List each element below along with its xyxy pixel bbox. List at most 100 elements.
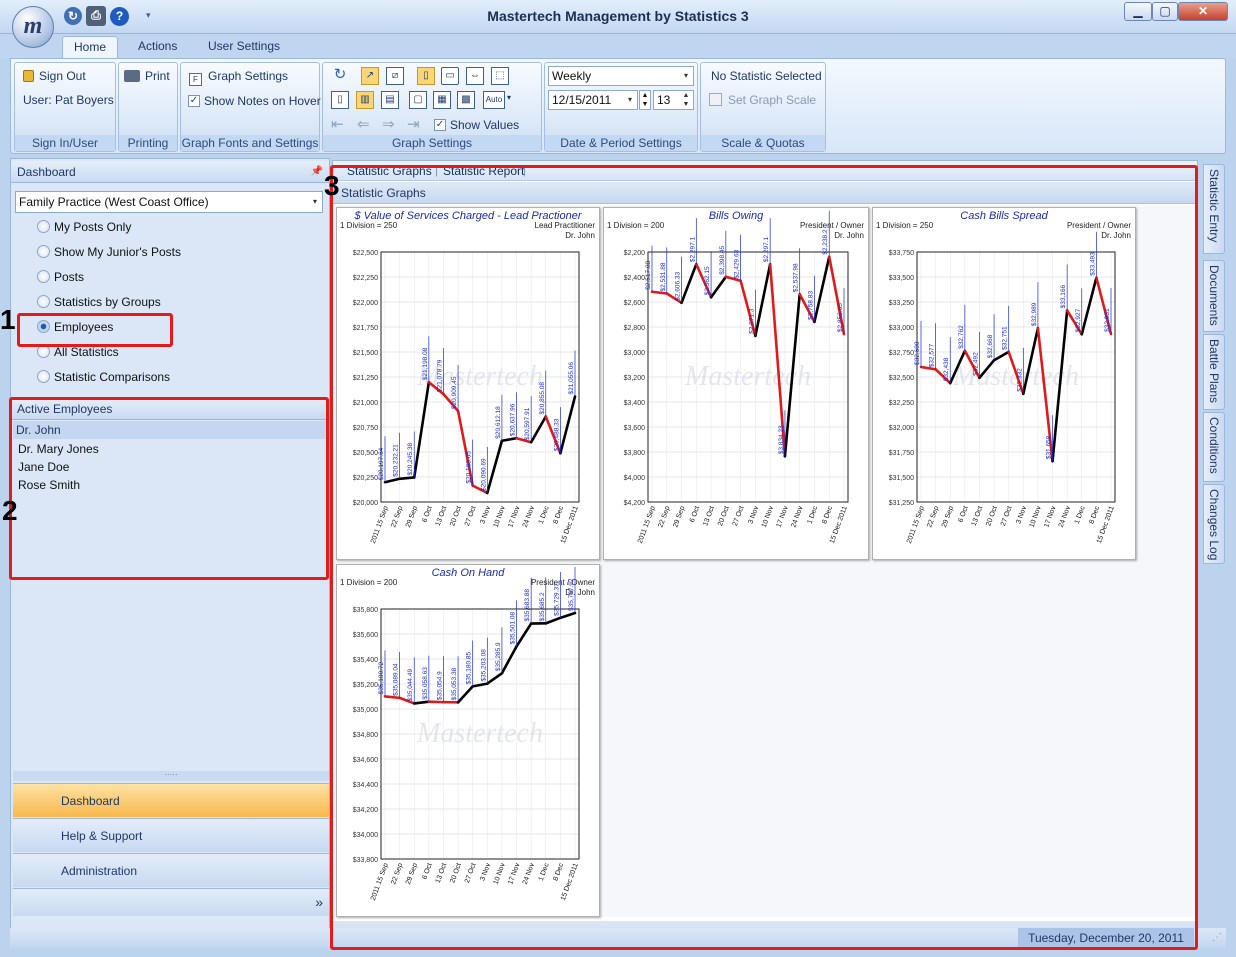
close-button[interactable]: ✕ [1178, 2, 1228, 21]
nav-dashboard[interactable]: Dashboard [13, 783, 329, 817]
minimize-button[interactable]: ▁ [1124, 2, 1152, 21]
radio-selected-icon [37, 320, 50, 333]
series-segment [486, 439, 504, 495]
side-tab-documents[interactable]: Documents [1203, 260, 1225, 332]
status-date: Tuesday, December 20, 2011 [1018, 928, 1194, 948]
side-tab-conditions[interactable]: Conditions [1203, 412, 1225, 482]
show-values-checkbox[interactable]: ✓ [434, 119, 446, 131]
pin-icon[interactable]: 📌 [311, 161, 323, 183]
chart-cash-on-hand[interactable]: Cash On Hand 1 Division = 200 President / … [336, 564, 600, 917]
x-tick-label: 6 Oct [689, 505, 701, 523]
group-caption: Date & Period Settings [545, 135, 697, 151]
office-select[interactable]: Family Practice (West Coast Office) ▾ [15, 191, 323, 213]
series-segment [813, 255, 831, 324]
auto-scale-dropdown-icon[interactable]: ▾ [507, 93, 511, 102]
tile-icon[interactable]: ▦ [433, 91, 451, 109]
nav-administration[interactable]: Administration [13, 853, 329, 887]
tab-home[interactable]: Home [62, 36, 118, 58]
nav-help-support[interactable]: Help & Support [13, 818, 329, 852]
x-tick-label: 20 Oct [449, 505, 463, 527]
x-tick-label: 29 Sep [405, 505, 419, 528]
chart-services-charged[interactable]: $ Value of Services Charged - Lead Pract… [336, 207, 600, 560]
x-tick-label: 27 Oct [732, 505, 746, 527]
data-label: $32,600 [914, 341, 921, 365]
print-button[interactable]: Print [124, 69, 170, 83]
y-tick-label: $34,400 [353, 782, 378, 789]
landscape-page-icon[interactable]: ▭ [441, 67, 459, 85]
fit-width-icon[interactable]: ⇔ [466, 67, 484, 85]
employee-row[interactable]: Rose Smith [15, 476, 325, 494]
chart-bills-owing[interactable]: Bills Owing 1 Division = 200 President / O… [603, 207, 869, 560]
date-spinner[interactable]: ▲ ▼ [639, 90, 651, 110]
first-period-icon[interactable]: ⇤ [331, 115, 344, 133]
option-my-posts-only[interactable]: My Posts Only [37, 220, 131, 238]
y-tick-label: $3,000 [624, 350, 646, 357]
fit-page-icon[interactable]: ⬚ [491, 67, 509, 85]
y-tick-label: $33,750 [889, 250, 914, 257]
chart-cash-bills-spread[interactable]: Cash Bills Spread 1 Division = 250 Preside… [872, 207, 1136, 560]
period-count-stepper[interactable]: 13 ▲ ▼ [653, 90, 694, 110]
two-column-icon[interactable]: ▥ [356, 91, 374, 109]
previous-period-icon[interactable]: ⇐ [357, 115, 370, 133]
data-label: $21,078.79 [436, 359, 443, 392]
refresh-graph-icon[interactable]: ↻ [331, 67, 349, 85]
page-frame-icon[interactable]: ▢ [409, 91, 427, 109]
side-tab-changes-log[interactable]: Changes Log [1203, 484, 1225, 564]
panel-splitter[interactable]: ····· [13, 771, 329, 781]
main-tab-strip: Statistic Graphs | Statistic Report | [333, 161, 1197, 181]
option-statistics-by-groups[interactable]: Statistics by Groups [37, 295, 161, 313]
data-label: $21,055.06 [568, 362, 575, 395]
option-statistic-comparisons[interactable]: Statistic Comparisons [37, 370, 170, 388]
tab-user-settings[interactable]: User Settings [198, 36, 290, 58]
option-juniors-posts[interactable]: Show My Junior's Posts [37, 245, 181, 263]
graph-settings-label: Graph Settings [208, 69, 289, 83]
x-tick-label: 2011 15 Sep [370, 862, 390, 901]
data-label: $35,729.37 [553, 583, 560, 616]
x-tick-label: 8 Dec [552, 862, 565, 882]
chart-plot: Mastertech$33,750$33,500$33,250$33,000$3… [889, 231, 1116, 545]
single-column-icon[interactable]: ▯ [331, 91, 349, 109]
bar-graph-icon[interactable]: ⧄ [386, 67, 404, 85]
resize-grip-icon[interactable]: ⋰ [1212, 932, 1222, 943]
active-employees-header: Active Employees [11, 398, 329, 420]
sign-out-button[interactable]: Sign Out [23, 69, 86, 83]
last-period-icon[interactable]: ⇥ [407, 115, 420, 133]
data-label: $2,429.63 [734, 249, 741, 278]
next-period-icon[interactable]: ⇒ [382, 115, 395, 133]
y-tick-label: $32,750 [889, 350, 914, 357]
show-notes-checkbox[interactable]: ✓ [188, 95, 200, 107]
annotation-number-2: 2 [2, 495, 18, 526]
period-select[interactable]: Weekly ▾ [548, 66, 694, 86]
option-employees[interactable]: Employees [37, 320, 113, 338]
side-tab-battle-plans[interactable]: Battle Plans [1203, 334, 1225, 410]
data-label: $35,089.04 [393, 663, 400, 696]
three-column-icon[interactable]: ▤ [381, 91, 399, 109]
radio-icon [37, 295, 50, 308]
graph-settings-button[interactable]: F Graph Settings [189, 69, 288, 86]
portrait-page-icon[interactable]: ▯ [417, 67, 435, 85]
maximize-button[interactable]: ▢ [1152, 2, 1178, 21]
tab-actions[interactable]: Actions [128, 36, 187, 58]
app-menu-button[interactable]: m [12, 6, 54, 48]
line-graph-icon[interactable]: ↗ [361, 67, 379, 85]
data-label: $20,163.65 [466, 451, 473, 484]
x-tick-label: 13 Oct [971, 505, 985, 527]
set-graph-scale-button[interactable]: Set Graph Scale [709, 93, 816, 107]
group-scale-quotas: No Statistic Selected Set Graph Scale Sc… [700, 62, 826, 152]
auto-scale-icon[interactable]: Auto [483, 91, 505, 109]
option-posts[interactable]: Posts [37, 270, 84, 288]
side-tab-statistic-entry[interactable]: Statistic Entry [1203, 164, 1225, 254]
grid-icon[interactable]: ▩ [457, 91, 475, 109]
x-tick-label: 29 Sep [405, 862, 419, 885]
tab-statistic-report[interactable]: Statistic Report [443, 164, 524, 178]
date-picker[interactable]: 12/15/2011 ▾ [548, 90, 638, 110]
data-label: $2,562.15 [704, 266, 711, 295]
tab-statistic-graphs[interactable]: Statistic Graphs [347, 164, 432, 178]
nav-overflow[interactable]: » [13, 888, 329, 916]
employee-row[interactable]: Jane Doe [15, 458, 325, 476]
show-notes-label: Show Notes on Hover [204, 94, 321, 108]
data-label: $2,537.98 [793, 263, 800, 292]
option-all-statistics[interactable]: All Statistics [37, 345, 119, 363]
employee-row[interactable]: Dr. John [13, 421, 327, 439]
employee-row[interactable]: Dr. Mary Jones [15, 440, 325, 458]
